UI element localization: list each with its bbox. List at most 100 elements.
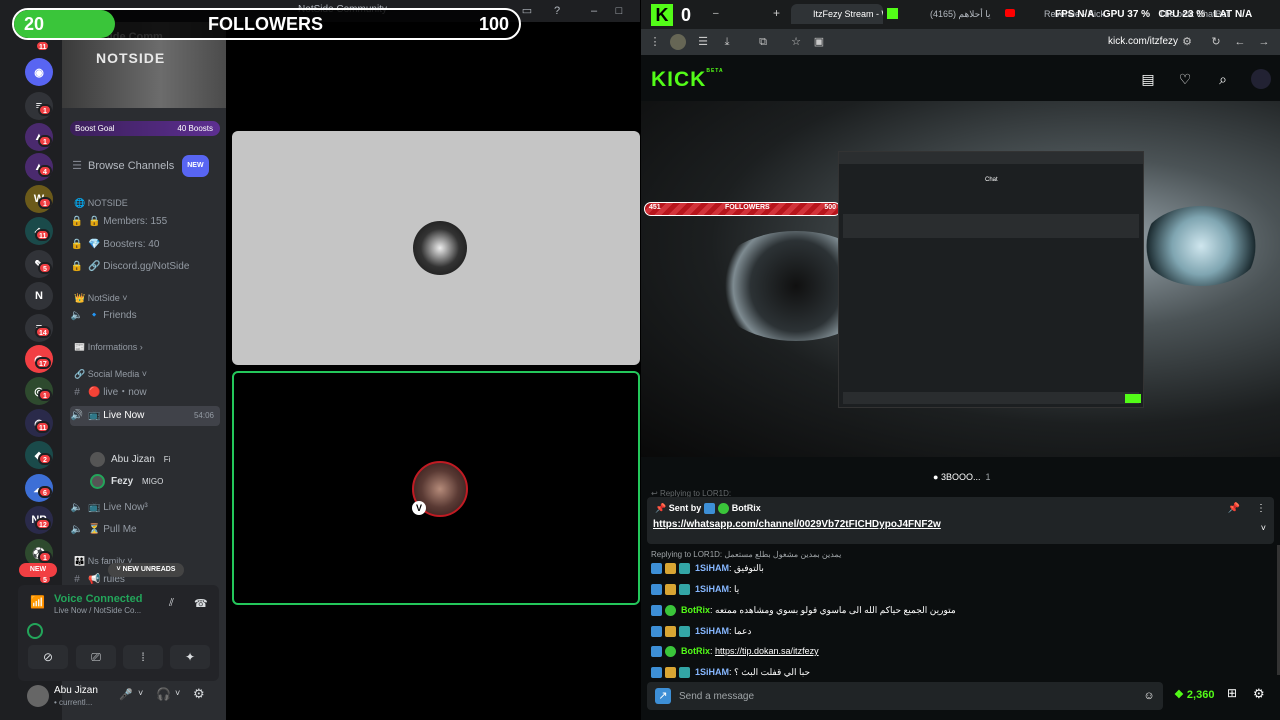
bookmark-star-icon[interactable]: ☆ <box>788 34 804 50</box>
voice-user[interactable]: Fezy MIGO <box>90 474 163 489</box>
chat-username[interactable]: 1SiHAM <box>695 563 729 573</box>
notification-badge: 14 <box>35 326 51 338</box>
gear-icon[interactable]: ⚙ <box>193 686 205 702</box>
forward-icon[interactable]: → <box>1256 34 1272 50</box>
discord-home-icon[interactable]: ◉ <box>25 58 53 86</box>
category-social-media[interactable]: 🔗 Social Media ˅ <box>74 369 147 380</box>
chat-username[interactable]: 1SiHAM <box>695 584 729 594</box>
channel-invite[interactable]: 🔒 🔗 Discord.gg/NotSide <box>70 257 190 277</box>
boost-goal-bar[interactable]: Boost Goal 40 Boosts <box>70 121 220 136</box>
voice-status[interactable]: Voice Connected <box>54 593 142 605</box>
channel-live-now-voice[interactable]: 🔊 📺 Live Now 54:06 <box>70 406 220 426</box>
maximize-icon[interactable]: □ <box>612 4 626 18</box>
channel-points[interactable]: ❖ 2,360 <box>1174 688 1214 701</box>
microphone-icon[interactable]: 🎤 <box>119 688 133 701</box>
followers-current: 20 <box>24 14 45 34</box>
noise-suppression-icon[interactable]: ⫽ <box>169 597 174 610</box>
chat-text: متورين الجميع حياكم الله الى ماسوي فولو … <box>715 605 956 615</box>
tab-itzfezy[interactable]: ItzFezy Stream - W <box>791 4 883 24</box>
reader-icon[interactable]: ▣ <box>811 34 827 50</box>
camera-off-button[interactable]: ⊘ <box>28 645 68 669</box>
chat-username[interactable]: BotRix <box>681 605 710 615</box>
channel-live-now-3[interactable]: 🔈 📺 Live Now³ <box>70 498 148 518</box>
kick-logo[interactable]: KICKBETA <box>651 68 724 92</box>
menu-dots-icon[interactable]: ⋮ <box>647 34 663 50</box>
category-informations[interactable]: 📰 Informations › <box>74 342 143 353</box>
chat-username[interactable]: BotRix <box>681 646 710 656</box>
screen-share-button[interactable]: ⎚ <box>76 645 116 669</box>
category-notside-2[interactable]: 👑 NotSide ˅ <box>74 293 128 304</box>
minimize-icon[interactable]: – <box>587 4 601 18</box>
gift-icon[interactable]: ⊞ <box>1227 686 1237 700</box>
chevron-down-icon[interactable]: ˅ <box>138 688 143 698</box>
inbox-icon[interactable]: ▭ <box>520 4 534 18</box>
user-badge-icon <box>679 626 690 638</box>
download-icon[interactable]: ⤓ <box>719 34 735 50</box>
url-field[interactable]: kick.com/itzfezy <box>1108 36 1178 47</box>
chevron-down-icon[interactable]: ˅ <box>1261 523 1266 533</box>
pin-icon[interactable]: 📌 <box>1228 503 1240 514</box>
activity-icon[interactable] <box>27 623 43 639</box>
chevron-down-icon[interactable]: ˅ <box>175 688 180 698</box>
followers-label: FOLLOWERS <box>208 14 323 34</box>
boost-count: 40 Boosts <box>177 124 213 133</box>
server-icon[interactable]: N <box>25 282 53 310</box>
activities-button[interactable]: ⁞ <box>123 645 163 669</box>
emoji-icon[interactable]: ☺ <box>1141 688 1157 704</box>
extensions-icon[interactable]: ⧉ <box>755 34 771 50</box>
chat-message[interactable]: 1SiHAM: دعما <box>651 622 751 640</box>
category-notside[interactable]: 🌐 NOTSIDE <box>74 198 128 209</box>
channel-boosters[interactable]: 🔒 💎 Boosters: 40 <box>70 235 160 255</box>
browse-channels[interactable]: ☰ Browse Channels NEW <box>70 155 209 177</box>
help-icon[interactable]: ? <box>550 4 564 18</box>
user-badge-icon <box>651 646 662 658</box>
chat-message[interactable]: BotRix: متورين الجميع حياكم الله الى ماس… <box>651 601 956 619</box>
chat-username[interactable]: 1SiHAM <box>695 626 729 636</box>
chat-username[interactable]: 1SiHAM <box>695 667 729 677</box>
chat-message[interactable]: BotRix: https://tip.dokan.sa/itzfezy <box>651 642 819 660</box>
channel-live-now-text[interactable]: # 🔴 live・now <box>70 383 146 403</box>
new-unreads-button[interactable]: ˅ NEW UNREADS <box>108 563 184 577</box>
voice-tile-speaking[interactable]: V <box>232 371 640 605</box>
pinned-link[interactable]: https://whatsapp.com/channel/0029Vb72tFI… <box>653 519 941 530</box>
avatar[interactable] <box>27 685 49 707</box>
banner-title: NOTSIDE <box>96 50 166 66</box>
chat-link[interactable]: https://tip.dokan.sa/itzfezy <box>715 646 819 656</box>
channel-pull-me[interactable]: 🔈 ⏳ Pull Me <box>70 520 137 540</box>
message-input[interactable] <box>679 688 1119 704</box>
chat-message[interactable]: 1SiHAM: حبا الي قفلت البث ؟ <box>651 663 810 681</box>
user-name[interactable]: Abu Jizan <box>54 685 98 696</box>
chat-message[interactable]: 1SiHAM: بالتوفيق <box>651 559 764 577</box>
top-gifter[interactable]: ● 3BOOO... 1 <box>933 472 990 482</box>
headphones-icon[interactable]: 🎧 <box>156 687 171 701</box>
heart-icon[interactable]: ♡ <box>1175 69 1195 89</box>
tab-youtube[interactable]: (4165) يا أحلاهم <box>930 4 1002 24</box>
minimize-icon[interactable]: – <box>713 8 719 19</box>
stream-player[interactable]: 451 FOLLOWERS 500 Chat <box>641 101 1280 457</box>
verified-icon: V <box>412 501 426 515</box>
gear-icon[interactable]: ⚙ <box>1253 686 1265 702</box>
chat-message[interactable]: 1SiHAM: يا <box>651 580 739 598</box>
voice-user[interactable]: Abu Jizan Fi <box>90 452 170 467</box>
following-icon[interactable]: ▤ <box>1138 69 1158 89</box>
playlist-icon[interactable]: ☰ <box>695 34 711 50</box>
menu-dots-icon[interactable]: ⋮ <box>1256 503 1266 514</box>
site-settings-icon[interactable]: ⚙ <box>1179 34 1195 50</box>
voice-tile[interactable] <box>232 131 640 365</box>
search-icon[interactable]: ⌕ <box>1213 69 1233 89</box>
profile-icon[interactable] <box>670 34 686 50</box>
mini-chat-line <box>845 242 1135 248</box>
channel-members[interactable]: 🔒 🔒 Members: 155 <box>70 212 167 232</box>
user-badge-icon <box>651 667 662 679</box>
signal-icon[interactable]: 📶 <box>30 595 45 609</box>
voice-channel[interactable]: Live Now / NotSide Co... <box>54 606 141 615</box>
new-tab-icon[interactable]: + <box>773 6 780 20</box>
reload-icon[interactable]: ↻ <box>1208 34 1224 50</box>
back-icon[interactable]: ← <box>1232 34 1248 50</box>
avatar[interactable] <box>1251 69 1271 89</box>
badge-selector-icon[interactable]: ↗ <box>655 688 671 704</box>
disconnect-icon[interactable]: ☎ <box>194 597 208 610</box>
channel-friends[interactable]: 🔈 🔹 Friends <box>70 306 137 326</box>
soundboard-button[interactable]: ✦ <box>170 645 210 669</box>
notification-badge: 2 <box>38 453 52 465</box>
